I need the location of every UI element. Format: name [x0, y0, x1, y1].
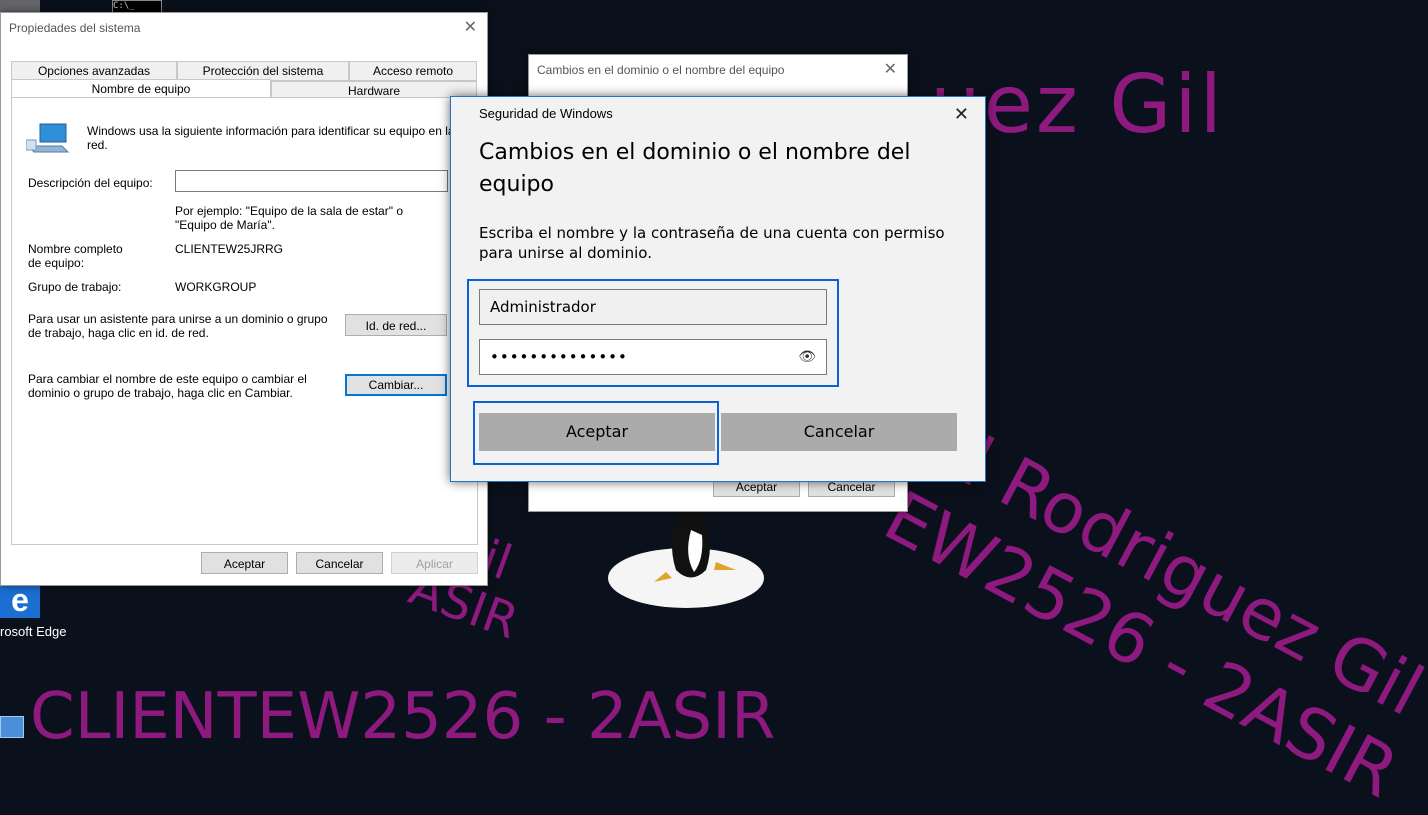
tab-opciones-avanzadas[interactable]: Opciones avanzadas	[11, 61, 177, 81]
close-icon[interactable]: ✕	[884, 55, 897, 85]
edge-label: rosoft Edge	[0, 624, 67, 639]
ok-button[interactable]: Aceptar	[201, 552, 288, 574]
description-label: Descripción del equipo:	[28, 176, 153, 190]
reveal-password-eye-icon[interactable]: 👁	[798, 340, 816, 374]
info-text: Windows usa la siguiente información par…	[87, 124, 455, 152]
password-value: ••••••••••••••	[490, 348, 628, 366]
description-field[interactable]	[175, 170, 448, 192]
edge-icon[interactable]: e	[0, 584, 40, 618]
tab-nombre-equipo[interactable]: Nombre de equipo	[11, 79, 271, 99]
fullname-label: Nombre completo de equipo:	[28, 242, 123, 270]
example-text: Por ejemplo: "Equipo de la sala de estar…	[175, 204, 403, 232]
security-ok-button[interactable]: Aceptar	[479, 413, 715, 451]
security-cancel-button[interactable]: Cancelar	[721, 413, 957, 451]
security-heading: Cambios en el dominio o el nombre del eq…	[479, 140, 911, 197]
fullname-value: CLIENTEW25JRRG	[175, 242, 284, 256]
security-instruction: Escriba el nombre y la contraseña de una…	[479, 224, 945, 262]
security-titlebar[interactable]: Seguridad de Windows ✕	[451, 97, 985, 131]
watermark-bottom: CLIENTEW2526 - 2ASIR	[30, 680, 776, 754]
computer-icon	[26, 123, 70, 153]
control-panel-icon[interactable]	[0, 716, 24, 738]
tab-acceso-remoto[interactable]: Acceso remoto	[349, 61, 477, 81]
network-id-button[interactable]: Id. de red...	[345, 314, 447, 336]
apply-button[interactable]: Aplicar	[391, 552, 478, 574]
tab-proteccion-sistema[interactable]: Protección del sistema	[177, 61, 349, 81]
close-icon[interactable]: ✕	[464, 13, 477, 43]
windows-security-dialog: Seguridad de Windows ✕ Cambios en el dom…	[450, 96, 986, 482]
system-properties-title: Propiedades del sistema	[9, 21, 141, 35]
netid-text: Para usar un asistente para unirse a un …	[28, 312, 328, 340]
close-icon[interactable]: ✕	[954, 97, 969, 131]
change-button[interactable]: Cambiar...	[345, 374, 447, 396]
workgroup-label: Grupo de trabajo:	[28, 280, 122, 294]
domain-changes-title: Cambios en el dominio o el nombre del eq…	[537, 63, 785, 77]
domain-changes-titlebar[interactable]: Cambios en el dominio o el nombre del eq…	[529, 55, 907, 85]
computer-name-panel: Windows usa la siguiente información par…	[11, 97, 478, 545]
workgroup-value: WORKGROUP	[175, 280, 257, 294]
system-properties-window: Propiedades del sistema ✕ Opciones avanz…	[0, 12, 488, 586]
password-field[interactable]: •••••••••••••• 👁	[479, 339, 827, 375]
security-title: Seguridad de Windows	[479, 106, 613, 121]
system-properties-titlebar[interactable]: Propiedades del sistema ✕	[1, 13, 487, 43]
cancel-button[interactable]: Cancelar	[296, 552, 383, 574]
change-text: Para cambiar el nombre de este equipo o …	[28, 372, 307, 400]
penguin-wallpaper-icon	[608, 510, 764, 608]
username-field[interactable]: Administrador	[479, 289, 827, 325]
